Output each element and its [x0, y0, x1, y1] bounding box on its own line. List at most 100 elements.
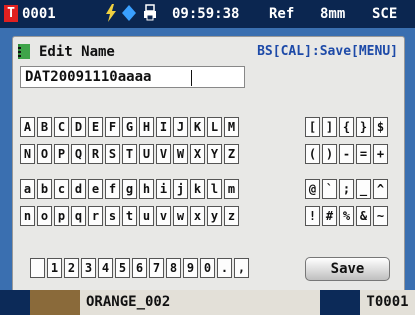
sample-color-swatch: [30, 290, 80, 315]
key-num-8[interactable]: 8: [166, 258, 181, 278]
key-upper-0[interactable]: A: [20, 117, 35, 137]
key-lower-7[interactable]: h: [139, 179, 154, 199]
clock-time: 09:59:38: [172, 6, 240, 22]
name-input[interactable]: [20, 66, 245, 88]
edit-name-dialog: Edit Name BS[CAL]:Save[MENU] ABCDEFGHIJK…: [12, 36, 405, 293]
key-upper-b-4[interactable]: R: [88, 144, 103, 164]
key-upper-b-11[interactable]: Y: [207, 144, 222, 164]
key-sym-d-2[interactable]: %: [339, 206, 354, 226]
key-sym-b-4[interactable]: +: [373, 144, 388, 164]
key-lower-8[interactable]: i: [156, 179, 171, 199]
key-upper-b-0[interactable]: N: [20, 144, 35, 164]
footer-bar: ORANGE_002 T0001: [0, 290, 415, 315]
key-upper-b-12[interactable]: Z: [224, 144, 239, 164]
key-sym-b-3[interactable]: =: [356, 144, 371, 164]
key-lower-b-2[interactable]: p: [54, 206, 69, 226]
key-sym-c-1[interactable]: `: [322, 179, 337, 199]
key-upper-b-3[interactable]: Q: [71, 144, 86, 164]
key-lower-b-1[interactable]: o: [37, 206, 52, 226]
key-lower-1[interactable]: b: [37, 179, 52, 199]
save-button[interactable]: Save: [305, 257, 390, 281]
key-lower-b-9[interactable]: w: [173, 206, 188, 226]
key-lower-0[interactable]: a: [20, 179, 35, 199]
key-upper-12[interactable]: M: [224, 117, 239, 137]
key-num-9[interactable]: 9: [183, 258, 198, 278]
key-sym-d-4[interactable]: ~: [373, 206, 388, 226]
key-lower-3[interactable]: d: [71, 179, 86, 199]
key-sym-c-4[interactable]: ^: [373, 179, 388, 199]
key-num-0[interactable]: [30, 258, 45, 278]
key-sym-d-3[interactable]: &: [356, 206, 371, 226]
key-num-10[interactable]: 0: [200, 258, 215, 278]
key-upper-b-8[interactable]: V: [156, 144, 171, 164]
key-lower-9[interactable]: j: [173, 179, 188, 199]
key-upper-6[interactable]: G: [122, 117, 137, 137]
key-upper-11[interactable]: L: [207, 117, 222, 137]
status-bar: T 0001 09:59:38 Ref 8mm SCE: [0, 0, 415, 28]
battery-icon: [104, 4, 118, 26]
key-upper-3[interactable]: D: [71, 117, 86, 137]
key-sym-a-0[interactable]: [: [305, 117, 320, 137]
key-num-3[interactable]: 3: [81, 258, 96, 278]
key-sym-a-2[interactable]: {: [339, 117, 354, 137]
key-lower-5[interactable]: f: [105, 179, 120, 199]
key-lower-b-6[interactable]: t: [122, 206, 137, 226]
key-num-11[interactable]: .: [217, 258, 232, 278]
key-num-1[interactable]: 1: [47, 258, 62, 278]
key-lower-b-3[interactable]: q: [71, 206, 86, 226]
key-upper-8[interactable]: I: [156, 117, 171, 137]
key-sym-b-1[interactable]: ): [322, 144, 337, 164]
key-lower-2[interactable]: c: [54, 179, 69, 199]
key-lower-11[interactable]: l: [207, 179, 222, 199]
dialog-title: Edit Name: [39, 44, 115, 60]
key-upper-b-5[interactable]: S: [105, 144, 120, 164]
key-num-6[interactable]: 6: [132, 258, 147, 278]
key-upper-b-10[interactable]: X: [190, 144, 205, 164]
key-sym-c-2[interactable]: ;: [339, 179, 354, 199]
key-upper-b-2[interactable]: P: [54, 144, 69, 164]
key-upper-b-9[interactable]: W: [173, 144, 188, 164]
key-upper-10[interactable]: K: [190, 117, 205, 137]
key-sym-c-0[interactable]: @: [305, 179, 320, 199]
key-sym-c-3[interactable]: _: [356, 179, 371, 199]
key-num-2[interactable]: 2: [64, 258, 79, 278]
key-upper-7[interactable]: H: [139, 117, 154, 137]
key-sym-a-4[interactable]: $: [373, 117, 388, 137]
key-num-5[interactable]: 5: [115, 258, 130, 278]
printer-icon: [143, 4, 157, 25]
key-num-12[interactable]: ,: [234, 258, 249, 278]
key-lower-b-11[interactable]: y: [207, 206, 222, 226]
key-upper-1[interactable]: B: [37, 117, 52, 137]
key-lower-b-0[interactable]: n: [20, 206, 35, 226]
usb-icon: [122, 5, 136, 25]
shortcut-hint: BS[CAL]:Save[MENU]: [257, 44, 398, 59]
key-upper-b-6[interactable]: T: [122, 144, 137, 164]
key-lower-b-5[interactable]: s: [105, 206, 120, 226]
key-upper-b-1[interactable]: O: [37, 144, 52, 164]
key-num-7[interactable]: 7: [149, 258, 164, 278]
key-sym-d-1[interactable]: #: [322, 206, 337, 226]
key-upper-2[interactable]: C: [54, 117, 69, 137]
key-lower-b-8[interactable]: v: [156, 206, 171, 226]
key-sym-d-0[interactable]: !: [305, 206, 320, 226]
key-sym-a-1[interactable]: ]: [322, 117, 337, 137]
key-lower-6[interactable]: g: [122, 179, 137, 199]
key-lower-b-10[interactable]: x: [190, 206, 205, 226]
key-lower-b-4[interactable]: r: [88, 206, 103, 226]
key-upper-b-7[interactable]: U: [139, 144, 154, 164]
key-lower-b-7[interactable]: u: [139, 206, 154, 226]
key-sym-a-3[interactable]: }: [356, 117, 371, 137]
key-lower-12[interactable]: m: [224, 179, 239, 199]
key-upper-5[interactable]: F: [105, 117, 120, 137]
key-num-4[interactable]: 4: [98, 258, 113, 278]
text-cursor: [191, 70, 192, 86]
key-upper-9[interactable]: J: [173, 117, 188, 137]
key-upper-4[interactable]: E: [88, 117, 103, 137]
target-code: T0001: [360, 290, 415, 315]
key-sym-b-0[interactable]: (: [305, 144, 320, 164]
key-sym-b-2[interactable]: -: [339, 144, 354, 164]
key-lower-b-12[interactable]: z: [224, 206, 239, 226]
key-lower-10[interactable]: k: [190, 179, 205, 199]
target-badge: T: [4, 5, 18, 22]
key-lower-4[interactable]: e: [88, 179, 103, 199]
